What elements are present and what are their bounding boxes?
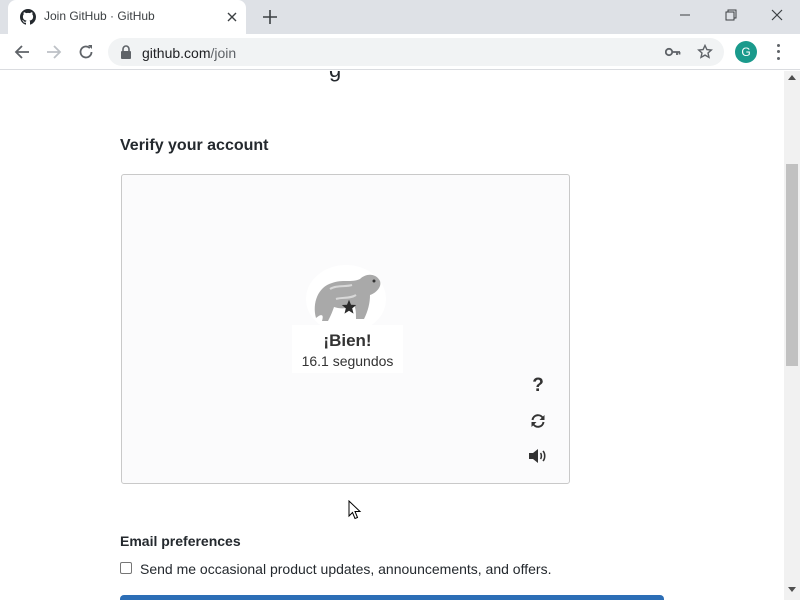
new-tab-icon[interactable]: [258, 6, 282, 28]
mouse-cursor-icon: [348, 500, 362, 520]
browser-tab[interactable]: Join GitHub · GitHub: [8, 0, 246, 34]
profile-avatar[interactable]: G: [735, 41, 757, 63]
url-text: github.com/join: [142, 45, 236, 61]
url-host: github.com: [142, 45, 211, 61]
page-heading-partial: g: [329, 71, 341, 83]
restore-window-icon[interactable]: [708, 0, 754, 30]
captcha-result-time: 16.1 segundos: [301, 353, 394, 369]
address-bar[interactable]: github.com/join: [108, 38, 724, 66]
create-account-button[interactable]: [120, 595, 664, 600]
lock-icon: [121, 45, 131, 59]
browser-toolbar: github.com/join G: [0, 34, 800, 70]
captcha-frame[interactable]: ¡Bien! 16.1 segundos ?: [121, 174, 570, 484]
page-scrollbar[interactable]: [784, 71, 800, 600]
close-window-icon[interactable]: [754, 0, 800, 30]
github-logo-icon: [20, 9, 36, 25]
browser-menu-icon[interactable]: [770, 42, 786, 62]
captcha-result-title: ¡Bien!: [323, 331, 372, 350]
tab-strip: Join GitHub · GitHub: [0, 0, 800, 34]
minimize-window-icon[interactable]: [662, 0, 708, 30]
audio-speaker-icon[interactable]: [526, 444, 550, 468]
reload-icon[interactable]: [74, 40, 98, 64]
scroll-up-arrow-icon[interactable]: [788, 75, 796, 80]
email-preferences-title: Email preferences: [120, 533, 241, 549]
email-updates-checkbox[interactable]: [120, 562, 132, 574]
scroll-down-arrow-icon[interactable]: [788, 587, 796, 592]
verify-account-title: Verify your account: [120, 137, 269, 154]
key-icon[interactable]: [664, 43, 682, 61]
page-viewport: g Verify your account ¡Bien! 16.1 segund…: [0, 71, 784, 600]
refresh-icon[interactable]: [526, 409, 550, 433]
help-question-icon[interactable]: ?: [526, 374, 550, 398]
back-arrow-icon[interactable]: [10, 40, 34, 64]
close-tab-icon[interactable]: [224, 9, 240, 25]
star-icon: [341, 299, 357, 314]
bookmark-star-icon[interactable]: [696, 43, 714, 61]
url-path: /join: [210, 45, 237, 61]
scrollbar-thumb[interactable]: [786, 164, 798, 366]
email-updates-label[interactable]: Send me occasional product updates, anno…: [140, 561, 551, 577]
bear-image: [306, 263, 386, 333]
tab-title: Join GitHub · GitHub: [44, 9, 155, 23]
forward-arrow-icon[interactable]: [42, 40, 66, 64]
captcha-result: ¡Bien! 16.1 segundos: [292, 325, 403, 373]
